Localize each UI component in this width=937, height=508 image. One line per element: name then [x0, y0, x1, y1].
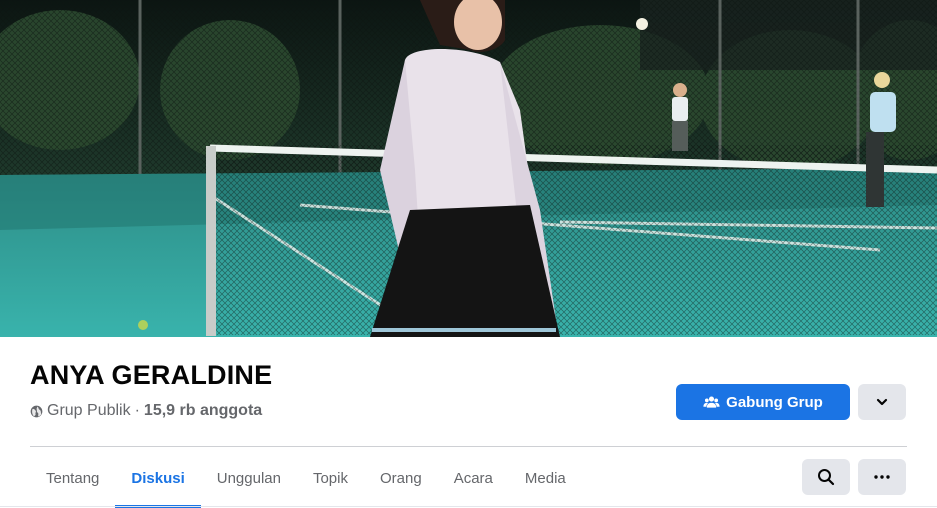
group-icon	[703, 396, 720, 408]
ellipsis-icon	[874, 475, 890, 479]
privacy-label[interactable]: Grup Publik	[47, 402, 131, 420]
group-name[interactable]: ANYA GERALDINE	[30, 360, 272, 391]
search-icon	[818, 469, 835, 486]
cover-photo-image	[0, 0, 937, 337]
join-group-label: Gabung Grup	[726, 393, 823, 411]
globe-icon	[30, 405, 43, 417]
tab-topik[interactable]: Topik	[297, 459, 364, 497]
cover-photo[interactable]	[0, 0, 937, 337]
more-options-button[interactable]	[858, 384, 906, 420]
tab-diskusi[interactable]: Diskusi	[115, 459, 202, 508]
join-group-button[interactable]: Gabung Grup	[676, 384, 850, 420]
tab-acara[interactable]: Acara	[438, 459, 509, 497]
tab-orang[interactable]: Orang	[364, 459, 438, 497]
header-divider	[30, 446, 907, 447]
tab-tentang[interactable]: Tentang	[30, 459, 115, 497]
overflow-menu-button[interactable]	[858, 459, 906, 495]
chevron-down-icon	[876, 398, 888, 406]
group-tabs: Tentang Diskusi Unggulan Topik Orang Aca…	[30, 459, 582, 508]
member-count[interactable]: 15,9 rb anggota	[144, 402, 262, 420]
meta-separator: ·	[134, 402, 140, 419]
search-button[interactable]	[802, 459, 850, 495]
group-meta: Grup Publik · 15,9 rb anggota	[30, 402, 262, 420]
tab-unggulan[interactable]: Unggulan	[201, 459, 297, 497]
tabs-bottom-border	[0, 506, 937, 507]
tab-media[interactable]: Media	[509, 459, 582, 497]
